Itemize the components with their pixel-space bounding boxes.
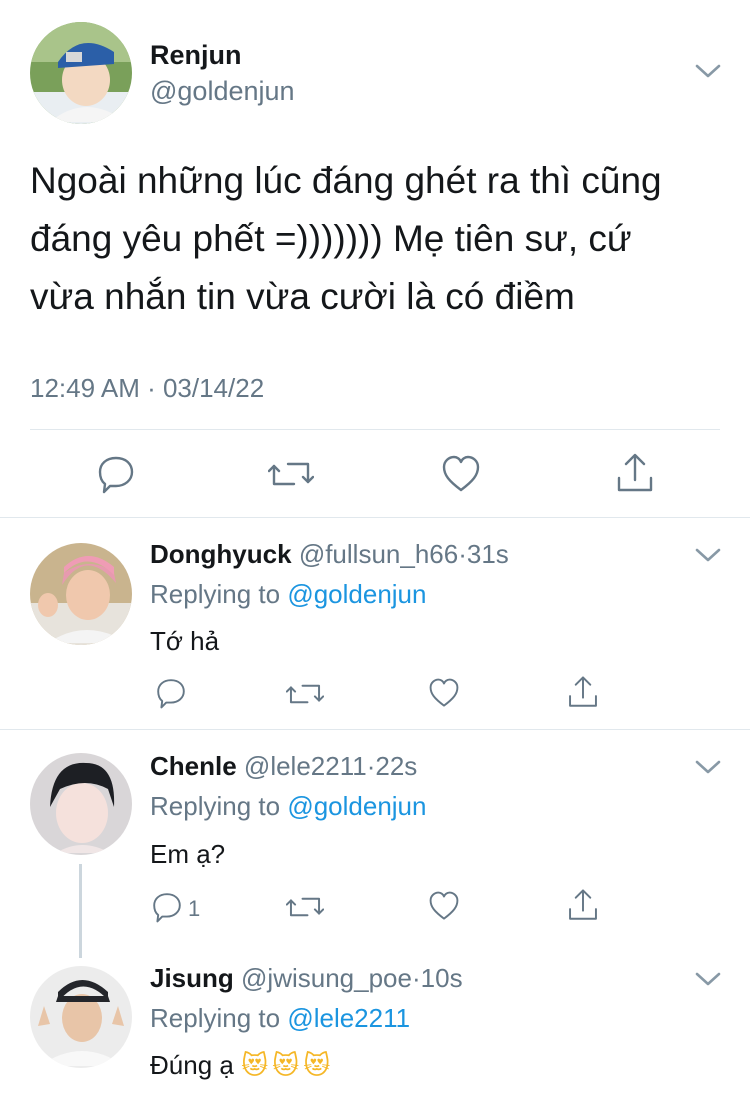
chevron-down-icon[interactable] [694, 62, 722, 80]
reply-author-handle[interactable]: @jwisung_poe [241, 963, 412, 993]
heart-icon[interactable] [441, 455, 481, 493]
reply-header: Chenle @lele2211·22s [150, 751, 417, 782]
reply-time[interactable]: 31s [467, 539, 509, 569]
tweet-text-line: vừa nhắn tin vừa cười là có điềm [30, 276, 575, 317]
tweet-text-line: Ngoài những lúc đáng ghét ra thì cũng [30, 160, 662, 201]
reply-text: Em ạ? [150, 839, 226, 869]
share-icon[interactable] [566, 675, 600, 709]
author-handle[interactable]: @goldenjun [150, 76, 295, 107]
reply-icon[interactable] [155, 677, 187, 709]
reply-time[interactable]: 10s [421, 963, 463, 993]
emoji-heart-eyes-cat: 😻😻😻 [241, 1051, 335, 1081]
replying-to-link[interactable]: @goldenjun [287, 791, 426, 821]
avatar-donghyuck[interactable] [30, 543, 132, 645]
replying-to: Replying to @goldenjun [150, 791, 426, 822]
replying-to-link[interactable]: @goldenjun [287, 579, 426, 609]
reply-header: Donghyuck @fullsun_h66·31s [150, 539, 509, 570]
thread-connector [79, 864, 82, 958]
reply-author-name[interactable]: Chenle [150, 751, 237, 781]
reply-icon[interactable] [96, 454, 136, 494]
reply-time[interactable]: 22s [375, 751, 417, 781]
reply-text: Đúng ạ 😻😻😻 [150, 1050, 334, 1081]
divider [0, 517, 750, 518]
separator-dot: · [458, 539, 467, 569]
reply-author-handle[interactable]: @lele2211 [244, 751, 367, 781]
replying-to-label: Replying to [150, 1003, 281, 1033]
avatar-jisung[interactable] [30, 966, 132, 1068]
heart-icon[interactable] [428, 891, 460, 921]
replying-to-label: Replying to [150, 579, 281, 609]
replying-to: Replying to @goldenjun [150, 579, 426, 610]
reply-author-name[interactable]: Donghyuck [150, 539, 292, 569]
chevron-down-icon[interactable] [694, 970, 722, 988]
reply-text-content: Đúng ạ [150, 1050, 234, 1080]
chevron-down-icon[interactable] [694, 758, 722, 776]
reply-count: 1 [188, 896, 201, 921]
share-icon[interactable] [614, 452, 656, 494]
replying-to-label: Replying to [150, 791, 281, 821]
divider [0, 729, 750, 730]
retweet-icon[interactable] [268, 456, 314, 492]
reply-text: Tớ hả [150, 626, 220, 656]
avatar-chenle[interactable] [30, 753, 132, 855]
tweet-text: Ngoài những lúc đáng ghét ra thì cũng đá… [30, 152, 730, 326]
retweet-icon[interactable] [286, 892, 324, 922]
divider [30, 429, 720, 430]
reply-author-handle[interactable]: @fullsun_h66 [299, 539, 458, 569]
tweet-timestamp[interactable]: 12:49 AM · 03/14/22 [30, 373, 264, 404]
reply-icon[interactable] [151, 891, 183, 923]
reply-author-name[interactable]: Jisung [150, 963, 234, 993]
share-icon[interactable] [566, 888, 600, 922]
tweet-text-line: đáng yêu phết =))))))) Mẹ tiên sư, cứ [30, 218, 632, 259]
reply-header: Jisung @jwisung_poe·10s [150, 963, 463, 994]
separator-dot: · [411, 963, 421, 993]
heart-icon[interactable] [428, 678, 460, 708]
replying-to-link[interactable]: @lele2211 [287, 1003, 410, 1033]
author-name[interactable]: Renjun [150, 40, 242, 71]
retweet-icon[interactable] [286, 679, 324, 709]
avatar-renjun[interactable] [30, 22, 132, 124]
chevron-down-icon[interactable] [694, 546, 722, 564]
replying-to: Replying to @lele2211 [150, 1003, 410, 1034]
